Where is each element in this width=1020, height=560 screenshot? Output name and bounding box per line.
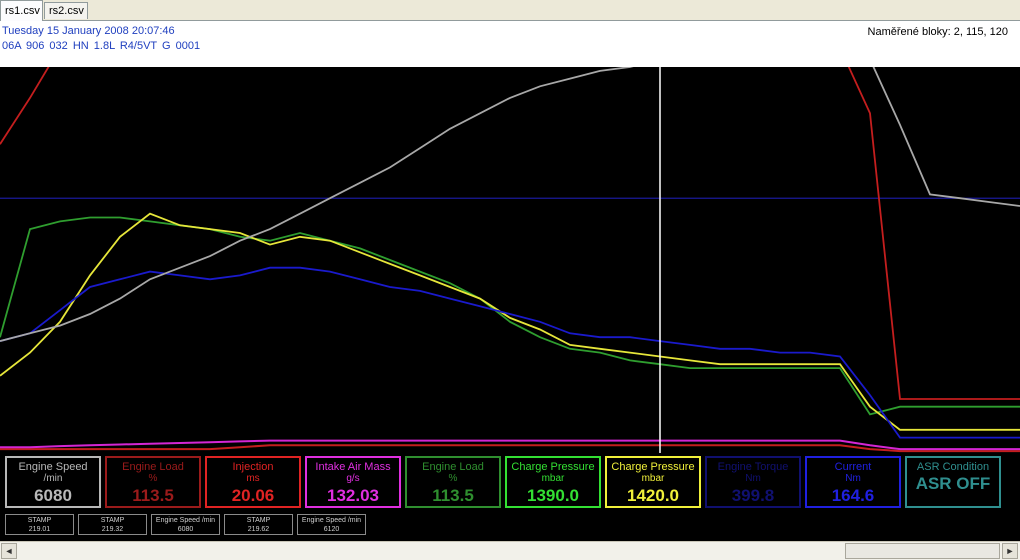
panel-value: 20.06 [231,486,275,505]
panel-unit: /min [43,473,63,484]
panel-name: Engine Load [122,461,184,473]
stamp-value: 6120 [323,526,340,533]
panel-unit: g/s [346,473,360,484]
panel-charge-pressure-specified[interactable]: Charge Pressure mbar 1420.0 [605,456,701,508]
panel-value: 6080 [34,486,72,505]
panel-engine-torque[interactable]: Engine Torque Nm 399.8 [705,456,801,508]
panel-unit: % [148,473,158,484]
panel-engine-load[interactable]: Engine Load % 113.5 [105,456,201,508]
panel-value: ASR OFF [915,474,991,493]
panel-name: Intake Air Mass [315,461,391,473]
panel-unit: mbar [541,473,565,484]
measured-blocks: Naměřené bloky: 2, 115, 120 [867,26,1008,38]
panel-value: 399.8 [731,486,775,505]
channel-panels: Engine Speed /min 6080 Engine Load % 113… [0,453,1020,513]
scrollbar-thumb[interactable] [845,543,1000,559]
panel-name: Injection [232,461,274,473]
panel-name: Charge Pressure [511,461,595,473]
panel-current[interactable]: Current Nm 164.6 [805,456,901,508]
panel-unit: Nm [745,473,761,484]
series-line-2 [0,266,1020,439]
panel-injection[interactable]: Injection ms 20.06 [205,456,301,508]
tab-rs1[interactable]: rs1.csv [0,0,43,21]
series-line-4 [0,67,1020,400]
stamp-box: STAMP 219.01 [5,514,74,535]
panel-value: 132.03 [327,486,379,505]
stamp-value: 219.01 [28,526,51,533]
panel-name: Engine Speed [18,461,88,473]
panel-engine-speed[interactable]: Engine Speed /min 6080 [5,456,101,508]
panel-charge-pressure-actual[interactable]: Charge Pressure mbar 1390.0 [505,456,601,508]
panel-value: 164.6 [831,486,875,505]
panel-name: Charge Pressure [611,461,695,473]
scroll-left-button[interactable]: ◄ [1,543,17,559]
scroll-right-button[interactable]: ► [1002,543,1018,559]
file-tab-bar: rs1.csv rs2.csv [0,0,1020,21]
series-line-0 [0,216,1020,416]
stamp-label: Engine Speed /min [301,517,362,524]
stamp-box: Engine Speed /min 6080 [151,514,220,535]
panel-engine-load-2[interactable]: Engine Load % 113.5 [405,456,501,508]
log-date: Tuesday 15 January 2008 20:07:46 [2,25,175,37]
stamp-box: STAMP 219.62 [224,514,293,535]
panel-name: Current [834,461,872,473]
stamp-row: STAMP 219.01 STAMP 219.32 Engine Speed /… [0,513,1020,541]
tab-rs2[interactable]: rs2.csv [44,2,88,19]
log-graph-canvas[interactable] [0,67,1020,453]
stamp-value: 219.62 [247,526,270,533]
panel-unit: % [448,473,458,484]
stamp-value: 6080 [177,526,194,533]
stamp-box: STAMP 219.32 [78,514,147,535]
stamp-value: 219.32 [101,526,124,533]
stamp-label: STAMP [27,517,52,524]
panel-value: 1390.0 [527,486,579,505]
log-graph[interactable] [0,67,1020,453]
log-info-header: Tuesday 15 January 2008 20:07:46 06A 906… [0,21,1020,67]
panel-value: 1420.0 [627,486,679,505]
panel-unit: mbar [641,473,665,484]
panel-value: 113.5 [132,486,174,505]
panel-intake-air-mass[interactable]: Intake Air Mass g/s 132.03 [305,456,401,508]
horizontal-scrollbar[interactable]: ◄ ► [0,541,1020,560]
panel-name: Engine Load [422,461,484,473]
panel-name: ASR Condition [916,461,990,473]
stamp-label: STAMP [246,517,271,524]
series-line-5 [0,444,1020,453]
ecu-identification: 06A 906 032 HN 1.8L R4/5VT G 0001 [2,40,201,52]
panel-value: 113.5 [432,486,474,505]
panel-name: Engine Torque [717,461,789,473]
panel-asr-condition[interactable]: ASR Condition ASR OFF [905,456,1001,508]
panel-unit: Nm [845,473,861,484]
panel-unit: ms [246,473,260,484]
stamp-label: Engine Speed /min [155,517,216,524]
stamp-box: Engine Speed /min 6120 [297,514,366,535]
stamp-label: STAMP [100,517,125,524]
